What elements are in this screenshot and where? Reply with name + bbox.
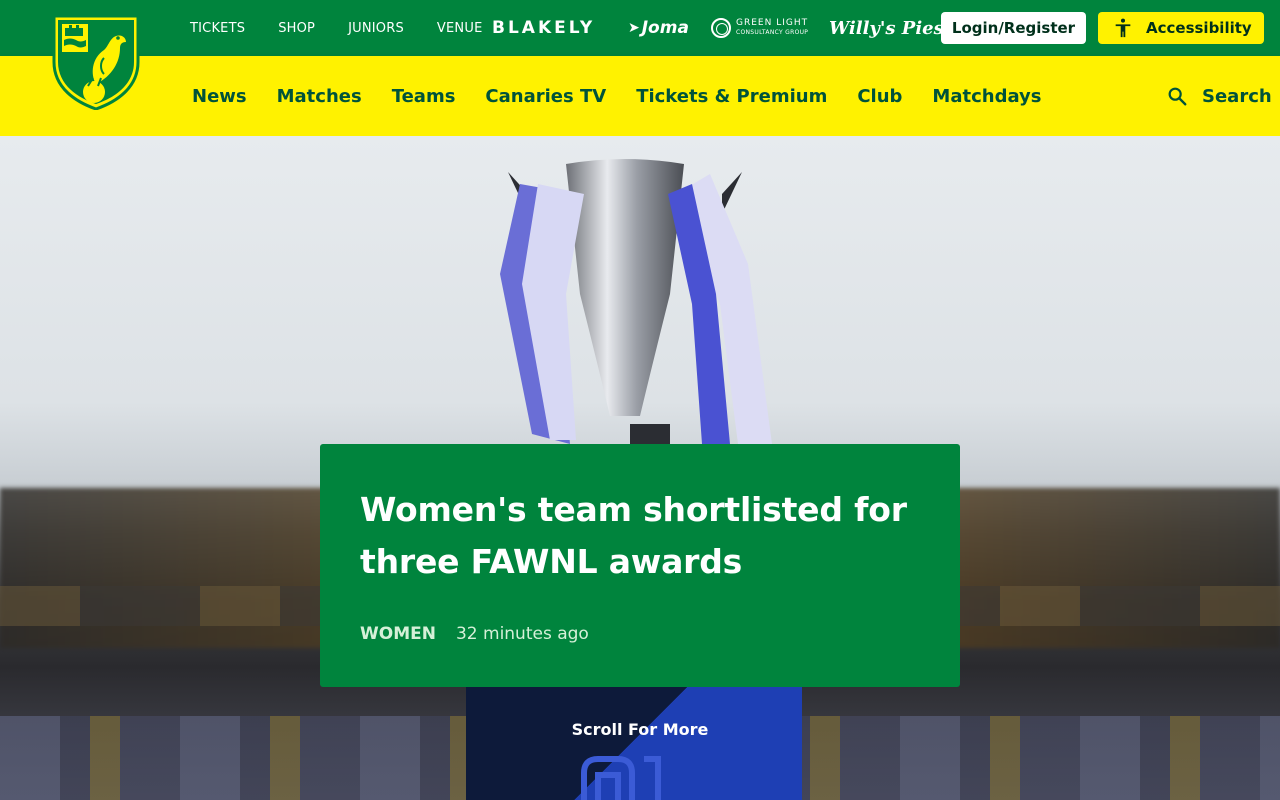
- top-bar: TICKETS SHOP JUNIORS VENUE BLAKELY ➤ Jom…: [0, 0, 1280, 56]
- trophy-image: [500, 159, 772, 454]
- nav-item-canaries-tv[interactable]: Canaries TV: [485, 86, 606, 107]
- top-link-shop[interactable]: SHOP: [278, 21, 315, 36]
- club-crest-logo[interactable]: [52, 14, 140, 110]
- hero-banner[interactable]: Women's team shortlisted for three FAWNL…: [0, 136, 1280, 800]
- story-meta: WOMEN 32 minutes ago: [360, 624, 920, 644]
- joma-text: Joma: [641, 18, 689, 38]
- featured-story-card[interactable]: Women's team shortlisted for three FAWNL…: [320, 444, 960, 687]
- story-category[interactable]: WOMEN: [360, 624, 436, 644]
- nav-item-club[interactable]: Club: [857, 86, 902, 107]
- search-icon: [1168, 87, 1187, 106]
- search-label: Search: [1202, 85, 1272, 107]
- nav-item-matchdays[interactable]: Matchdays: [932, 86, 1041, 107]
- main-nav-links: News Matches Teams Canaries TV Tickets &…: [192, 56, 1042, 136]
- joma-mark-icon: ➤: [628, 20, 640, 36]
- sponsor-willys-pies-logo[interactable]: Willy's Pies: [829, 0, 944, 56]
- sponsor-joma-logo[interactable]: ➤ Joma: [628, 0, 689, 56]
- top-links: TICKETS SHOP JUNIORS VENUE: [190, 0, 482, 56]
- accessibility-label: Accessibility: [1146, 19, 1252, 37]
- nav-item-teams[interactable]: Teams: [392, 86, 456, 107]
- scroll-for-more-prompt[interactable]: Scroll For More: [540, 720, 740, 739]
- greenlight-line1: GREEN LIGHT: [736, 18, 809, 28]
- search-button[interactable]: Search: [1166, 56, 1272, 136]
- top-link-venue[interactable]: VENUE: [437, 21, 483, 36]
- sponsor-blakely-logo[interactable]: BLAKELY: [492, 0, 595, 56]
- accessibility-button[interactable]: Accessibility: [1098, 12, 1264, 44]
- top-link-tickets[interactable]: TICKETS: [190, 21, 245, 36]
- sponsor-greenlight-logo[interactable]: GREEN LIGHT CONSULTANCY GROUP: [711, 0, 808, 56]
- nav-item-news[interactable]: News: [192, 86, 247, 107]
- nav-item-tickets-premium[interactable]: Tickets & Premium: [636, 86, 827, 107]
- league-logo-icon: [581, 756, 661, 800]
- main-nav: News Matches Teams Canaries TV Tickets &…: [0, 56, 1280, 136]
- greenlight-ring-icon: [711, 18, 731, 38]
- story-timestamp: 32 minutes ago: [455, 624, 589, 644]
- login-register-button[interactable]: Login/Register: [941, 12, 1086, 44]
- accessibility-person-icon: [1115, 18, 1131, 38]
- story-title[interactable]: Women's team shortlisted for three FAWNL…: [360, 484, 920, 588]
- greenlight-line2: CONSULTANCY GROUP: [736, 29, 809, 36]
- top-link-juniors[interactable]: JUNIORS: [348, 21, 404, 36]
- nav-item-matches[interactable]: Matches: [277, 86, 362, 107]
